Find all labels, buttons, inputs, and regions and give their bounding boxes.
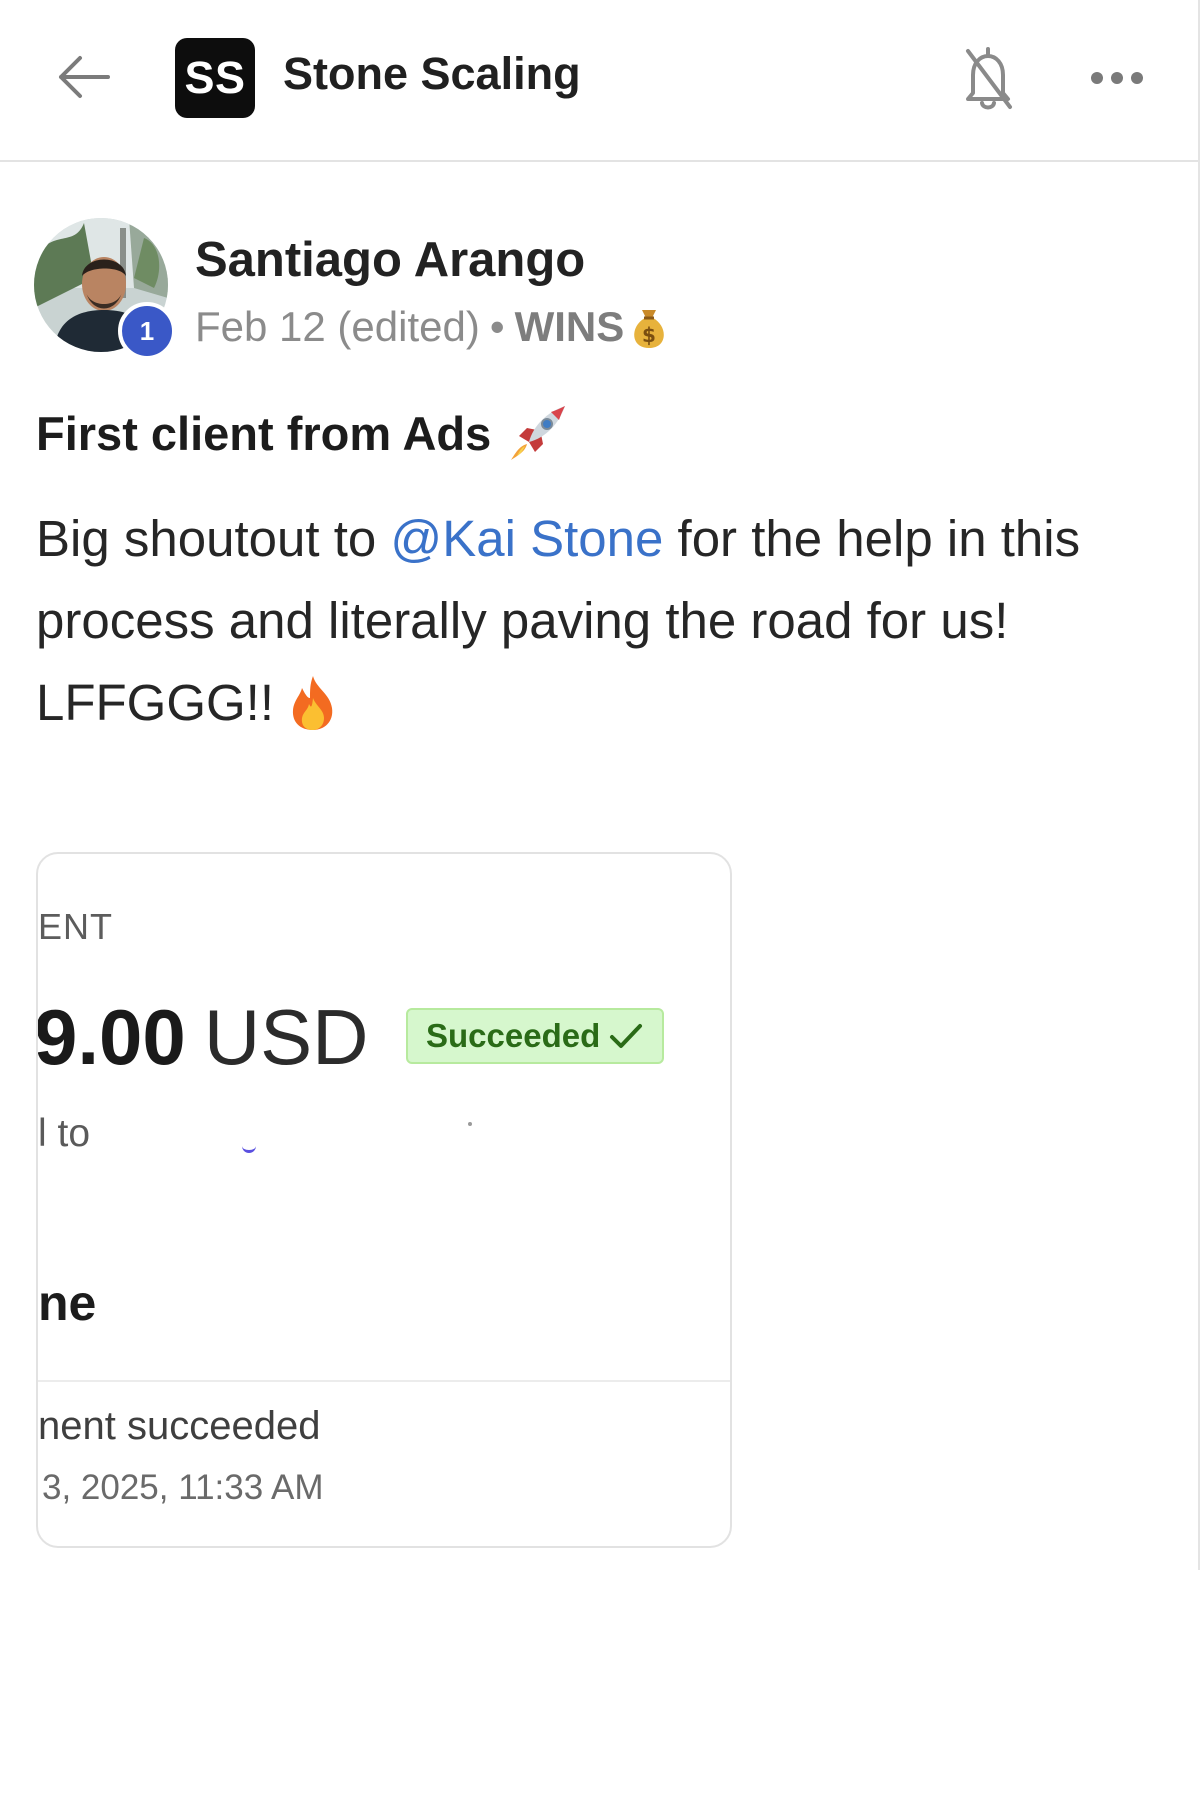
money-bag-icon: $ (634, 310, 665, 348)
post-body: Big shoutout to @Kai Stone for the help … (36, 498, 1186, 744)
divider (38, 1380, 730, 1382)
body-text-line2: LFFGGG!! (36, 674, 275, 731)
group-name[interactable]: Stone Scaling (283, 48, 581, 100)
level-badge: 1 (118, 302, 176, 360)
post-title: First client from Ads (36, 402, 569, 464)
post-body-paragraph: Big shoutout to @Kai Stone for the help … (36, 498, 1186, 662)
amount-number: 9.00 (36, 993, 186, 1081)
event-text: nent succeeded (38, 1404, 321, 1448)
post-screen: SS Stone Scaling 1 Santiago Arango Feb 1… (0, 0, 1200, 1570)
notifications-button[interactable] (955, 38, 1021, 118)
post-meta: Feb 12 (edited) • WINS $ (195, 303, 672, 351)
mention-link[interactable]: @Kai Stone (390, 510, 663, 567)
more-options-button[interactable] (1082, 50, 1152, 106)
back-button[interactable] (48, 44, 118, 110)
group-logo[interactable]: SS (175, 38, 255, 118)
payment-label: ENT (38, 906, 113, 947)
post-body-line: LFFGGG!! (36, 662, 1186, 744)
status-badge: Succeeded (406, 1008, 665, 1064)
attachment-image[interactable]: ENT 9.00 USD Succeeded l to ne nent succ… (36, 852, 732, 1548)
svg-text:$: $ (642, 323, 656, 347)
event-timestamp: 3, 2025, 11:33 AM (42, 1468, 324, 1507)
rocket-icon (511, 406, 566, 460)
fire-icon (292, 676, 333, 730)
sent-to-text: l to (38, 1112, 91, 1155)
amount-currency: USD (203, 993, 369, 1081)
author-name[interactable]: Santiago Arango (195, 232, 585, 288)
post-category[interactable]: WINS (515, 303, 625, 351)
redacted-speck (468, 1122, 472, 1126)
body-text-prefix: Big shoutout to (36, 510, 391, 567)
post-title-text: First client from Ads (36, 406, 492, 460)
arrow-left-icon (59, 56, 110, 98)
meta-separator: • (489, 303, 505, 350)
redacted-mark (242, 1144, 256, 1153)
post-date: Feb 12 (edited) (195, 303, 480, 350)
section-heading: ne (38, 1275, 97, 1331)
status-text: Succeeded (426, 1017, 601, 1054)
checkmark-icon (610, 1024, 643, 1048)
top-bar: SS Stone Scaling (0, 0, 1198, 162)
more-horizontal-icon (1091, 72, 1143, 84)
bell-off-icon (966, 47, 1012, 110)
payment-amount: 9.00 USD (36, 992, 369, 1083)
